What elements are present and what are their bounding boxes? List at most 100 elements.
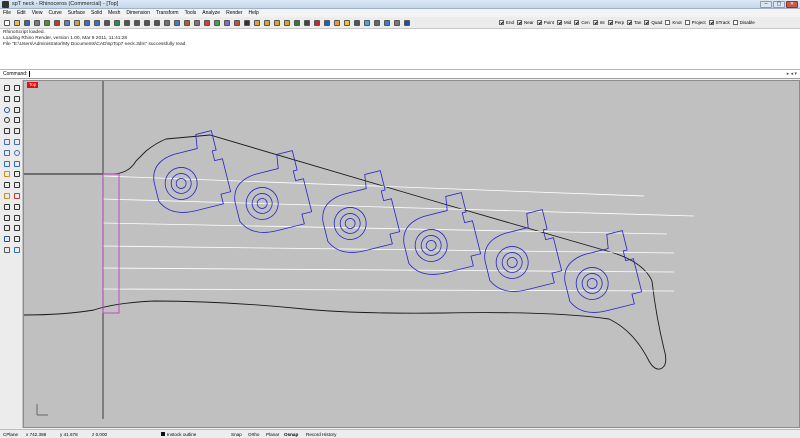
hide-icon[interactable] (252, 18, 261, 27)
osnap-checkbox[interactable] (517, 20, 523, 25)
osnap-perp[interactable]: Perp (607, 18, 624, 27)
print-icon[interactable] (32, 18, 41, 27)
osnap-checkbox[interactable] (536, 20, 542, 25)
planar-toggle[interactable]: Planar (266, 432, 279, 437)
undo-icon[interactable] (82, 18, 91, 27)
pan-icon[interactable] (102, 18, 111, 27)
layer-icon[interactable] (292, 18, 301, 27)
osnap-toggle[interactable]: Osnap (284, 432, 298, 437)
zoom-dynamic-icon[interactable] (122, 18, 131, 27)
hatch-icon[interactable] (3, 246, 11, 254)
top-viewport[interactable]: Top (23, 80, 800, 428)
record-history-toggle[interactable]: Record History (306, 432, 336, 437)
open-icon[interactable] (12, 18, 21, 27)
import-icon[interactable] (42, 18, 51, 27)
menu-tools[interactable]: Tools (185, 10, 197, 16)
tuner-cavity[interactable] (395, 192, 483, 281)
wireframe-icon[interactable] (192, 18, 201, 27)
polygon-icon[interactable] (3, 127, 11, 135)
lock-icon[interactable] (272, 18, 281, 27)
options-icon[interactable] (372, 18, 381, 27)
command-input[interactable] (29, 71, 31, 77)
group-icon[interactable] (13, 246, 21, 254)
analyze-icon[interactable] (382, 18, 391, 27)
rendered-icon[interactable] (212, 18, 221, 27)
zoom-selected-icon[interactable] (152, 18, 161, 27)
save-icon[interactable] (22, 18, 31, 27)
status-layer[interactable]: Instock outline (167, 432, 196, 437)
unlock-icon[interactable] (282, 18, 291, 27)
move-icon[interactable] (3, 203, 11, 211)
osnap-checkbox[interactable] (665, 20, 671, 25)
curve-icon[interactable] (13, 95, 21, 103)
menu-dimension[interactable]: Dimension (126, 10, 150, 16)
osnap-tan[interactable]: Tan (627, 18, 641, 27)
close-button[interactable]: ✕ (786, 1, 798, 8)
osnap-checkbox[interactable] (607, 20, 613, 25)
polyline-icon[interactable] (3, 95, 11, 103)
snap-toggle[interactable]: Snap (231, 432, 242, 437)
arc-icon[interactable] (13, 106, 21, 114)
rectangle-icon[interactable] (13, 116, 21, 124)
osnap-checkbox[interactable] (732, 20, 738, 25)
osnap-checkbox[interactable] (499, 20, 504, 25)
osnap-checkbox[interactable] (684, 20, 690, 25)
freeform-icon[interactable] (13, 127, 21, 135)
command-line[interactable]: Command: ▸ ◂ ▾ (0, 70, 800, 79)
tuner-cavity[interactable] (314, 170, 402, 259)
tuner-cavity[interactable] (476, 209, 564, 298)
osnap-checkbox[interactable] (627, 20, 633, 25)
osnap-mid[interactable]: Mid (557, 18, 571, 27)
osnap-knot[interactable]: Knot (665, 18, 682, 27)
sphere-icon[interactable] (13, 149, 21, 157)
menu-edit[interactable]: Edit (17, 10, 26, 16)
camera-icon[interactable] (352, 18, 361, 27)
menu-solid[interactable]: Solid (91, 10, 102, 16)
menu-mesh[interactable]: Mesh (108, 10, 120, 16)
osnap-cen[interactable]: Cen (574, 18, 590, 27)
osnap-checkbox[interactable] (644, 20, 650, 25)
menu-help[interactable]: Help (249, 10, 259, 16)
menu-file[interactable]: File (3, 10, 11, 16)
trim-icon[interactable] (3, 181, 11, 189)
menu-view[interactable]: View (32, 10, 43, 16)
osnap-near[interactable]: Near (517, 18, 534, 27)
show-icon[interactable] (262, 18, 271, 27)
light-icon[interactable] (342, 18, 351, 27)
menu-analyze[interactable]: Analyze (202, 10, 220, 16)
cut-icon[interactable] (52, 18, 61, 27)
redo-icon[interactable] (92, 18, 101, 27)
command-scroll-arrows[interactable]: ▸ ◂ ▾ (787, 71, 797, 77)
mesh-icon[interactable] (3, 160, 11, 168)
paste-icon[interactable] (72, 18, 81, 27)
maximize-button[interactable]: ▢ (773, 1, 785, 8)
zoom-window-icon[interactable] (132, 18, 141, 27)
ellipse-icon[interactable] (3, 116, 11, 124)
point-icon[interactable] (13, 84, 21, 92)
osnap-checkbox[interactable] (574, 20, 580, 25)
osnap-strack[interactable]: STrack (708, 18, 730, 27)
join-icon[interactable] (3, 192, 11, 200)
chamfer-icon[interactable] (13, 170, 21, 178)
osnap-int[interactable]: Int (592, 18, 605, 27)
rotate-icon[interactable] (3, 214, 11, 222)
four-views-icon[interactable] (172, 18, 181, 27)
new-icon[interactable] (2, 18, 11, 27)
select-icon[interactable] (3, 84, 11, 92)
copy-icon[interactable] (62, 18, 71, 27)
box-icon[interactable] (3, 149, 11, 157)
dimension-icon[interactable] (13, 235, 21, 243)
properties-icon[interactable] (302, 18, 311, 27)
circle-icon[interactable] (3, 106, 11, 114)
menu-transform[interactable]: Transform (156, 10, 179, 16)
osnap-quad[interactable]: Quad (644, 18, 662, 27)
select-all-icon[interactable] (242, 18, 251, 27)
shaded-icon[interactable] (202, 18, 211, 27)
ghosted-icon[interactable] (222, 18, 231, 27)
distance-icon[interactable] (392, 18, 401, 27)
xray-icon[interactable] (232, 18, 241, 27)
zoom-extents-icon[interactable] (142, 18, 151, 27)
tuner-cavity[interactable] (556, 230, 644, 319)
osnap-point[interactable]: Point (536, 18, 554, 27)
ortho-toggle[interactable]: Ortho (248, 432, 260, 437)
